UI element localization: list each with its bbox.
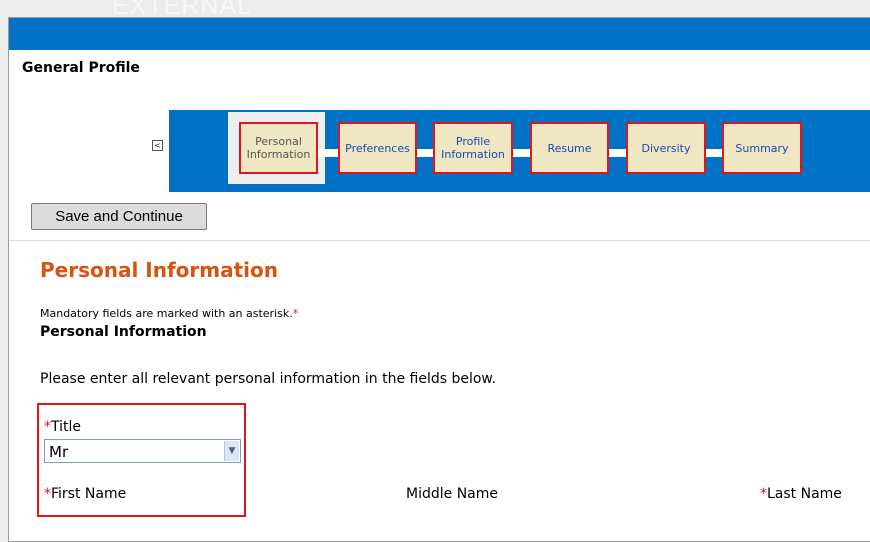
chevron-down-icon[interactable]: ▼ <box>224 441 239 461</box>
middle-name-label: Middle Name <box>406 486 498 502</box>
required-asterisk-icon: * <box>44 419 51 435</box>
step-preferences[interactable]: Preferences <box>338 122 417 174</box>
step-connector <box>608 149 628 157</box>
step-resume[interactable]: Resume <box>530 122 609 174</box>
first-name-label: *First Name <box>44 486 126 502</box>
profile-frame: General Profile < Personal Information P… <box>8 17 870 542</box>
step-label: Preferences <box>345 141 410 155</box>
step-connector <box>415 149 435 157</box>
step-label: Profile Information <box>441 135 505 161</box>
mandatory-note: Mandatory fields are marked with an aste… <box>40 307 298 320</box>
mandatory-note-text: Mandatory fields are marked with an aste… <box>40 307 293 320</box>
step-personal-information[interactable]: Personal Information <box>239 122 318 174</box>
last-name-label: *Last Name <box>760 486 842 502</box>
page-title: General Profile <box>22 60 140 76</box>
required-asterisk-icon: * <box>760 486 767 502</box>
divider <box>9 240 870 241</box>
title-select[interactable]: Mr ▼ <box>44 439 241 463</box>
required-asterisk-icon: * <box>44 486 51 502</box>
step-summary[interactable]: Summary <box>722 122 802 174</box>
step-diversity[interactable]: Diversity <box>626 122 706 174</box>
step-label: Personal Information <box>246 135 311 161</box>
step-connector <box>511 149 531 157</box>
save-and-continue-button[interactable]: Save and Continue <box>31 203 207 230</box>
step-label: Diversity <box>641 141 691 155</box>
last-name-label-text: Last Name <box>767 486 842 502</box>
title-label: *Title <box>44 419 81 435</box>
step-label: Resume <box>547 141 592 155</box>
section-subtitle: Personal Information <box>40 324 207 340</box>
step-connector <box>316 149 340 157</box>
instructions-text: Please enter all relevant personal infor… <box>40 371 497 387</box>
title-label-text: Title <box>51 419 82 435</box>
prev-arrow-icon[interactable]: < <box>152 140 163 151</box>
step-connector <box>704 149 724 157</box>
title-select-value: Mr <box>49 443 69 461</box>
asterisk-icon: * <box>292 307 299 320</box>
section-title: Personal Information <box>40 258 278 282</box>
step-profile-information[interactable]: Profile Information <box>433 122 513 174</box>
first-name-label-text: First Name <box>51 486 127 502</box>
step-label: Summary <box>735 141 789 155</box>
top-blue-bar <box>9 18 870 50</box>
